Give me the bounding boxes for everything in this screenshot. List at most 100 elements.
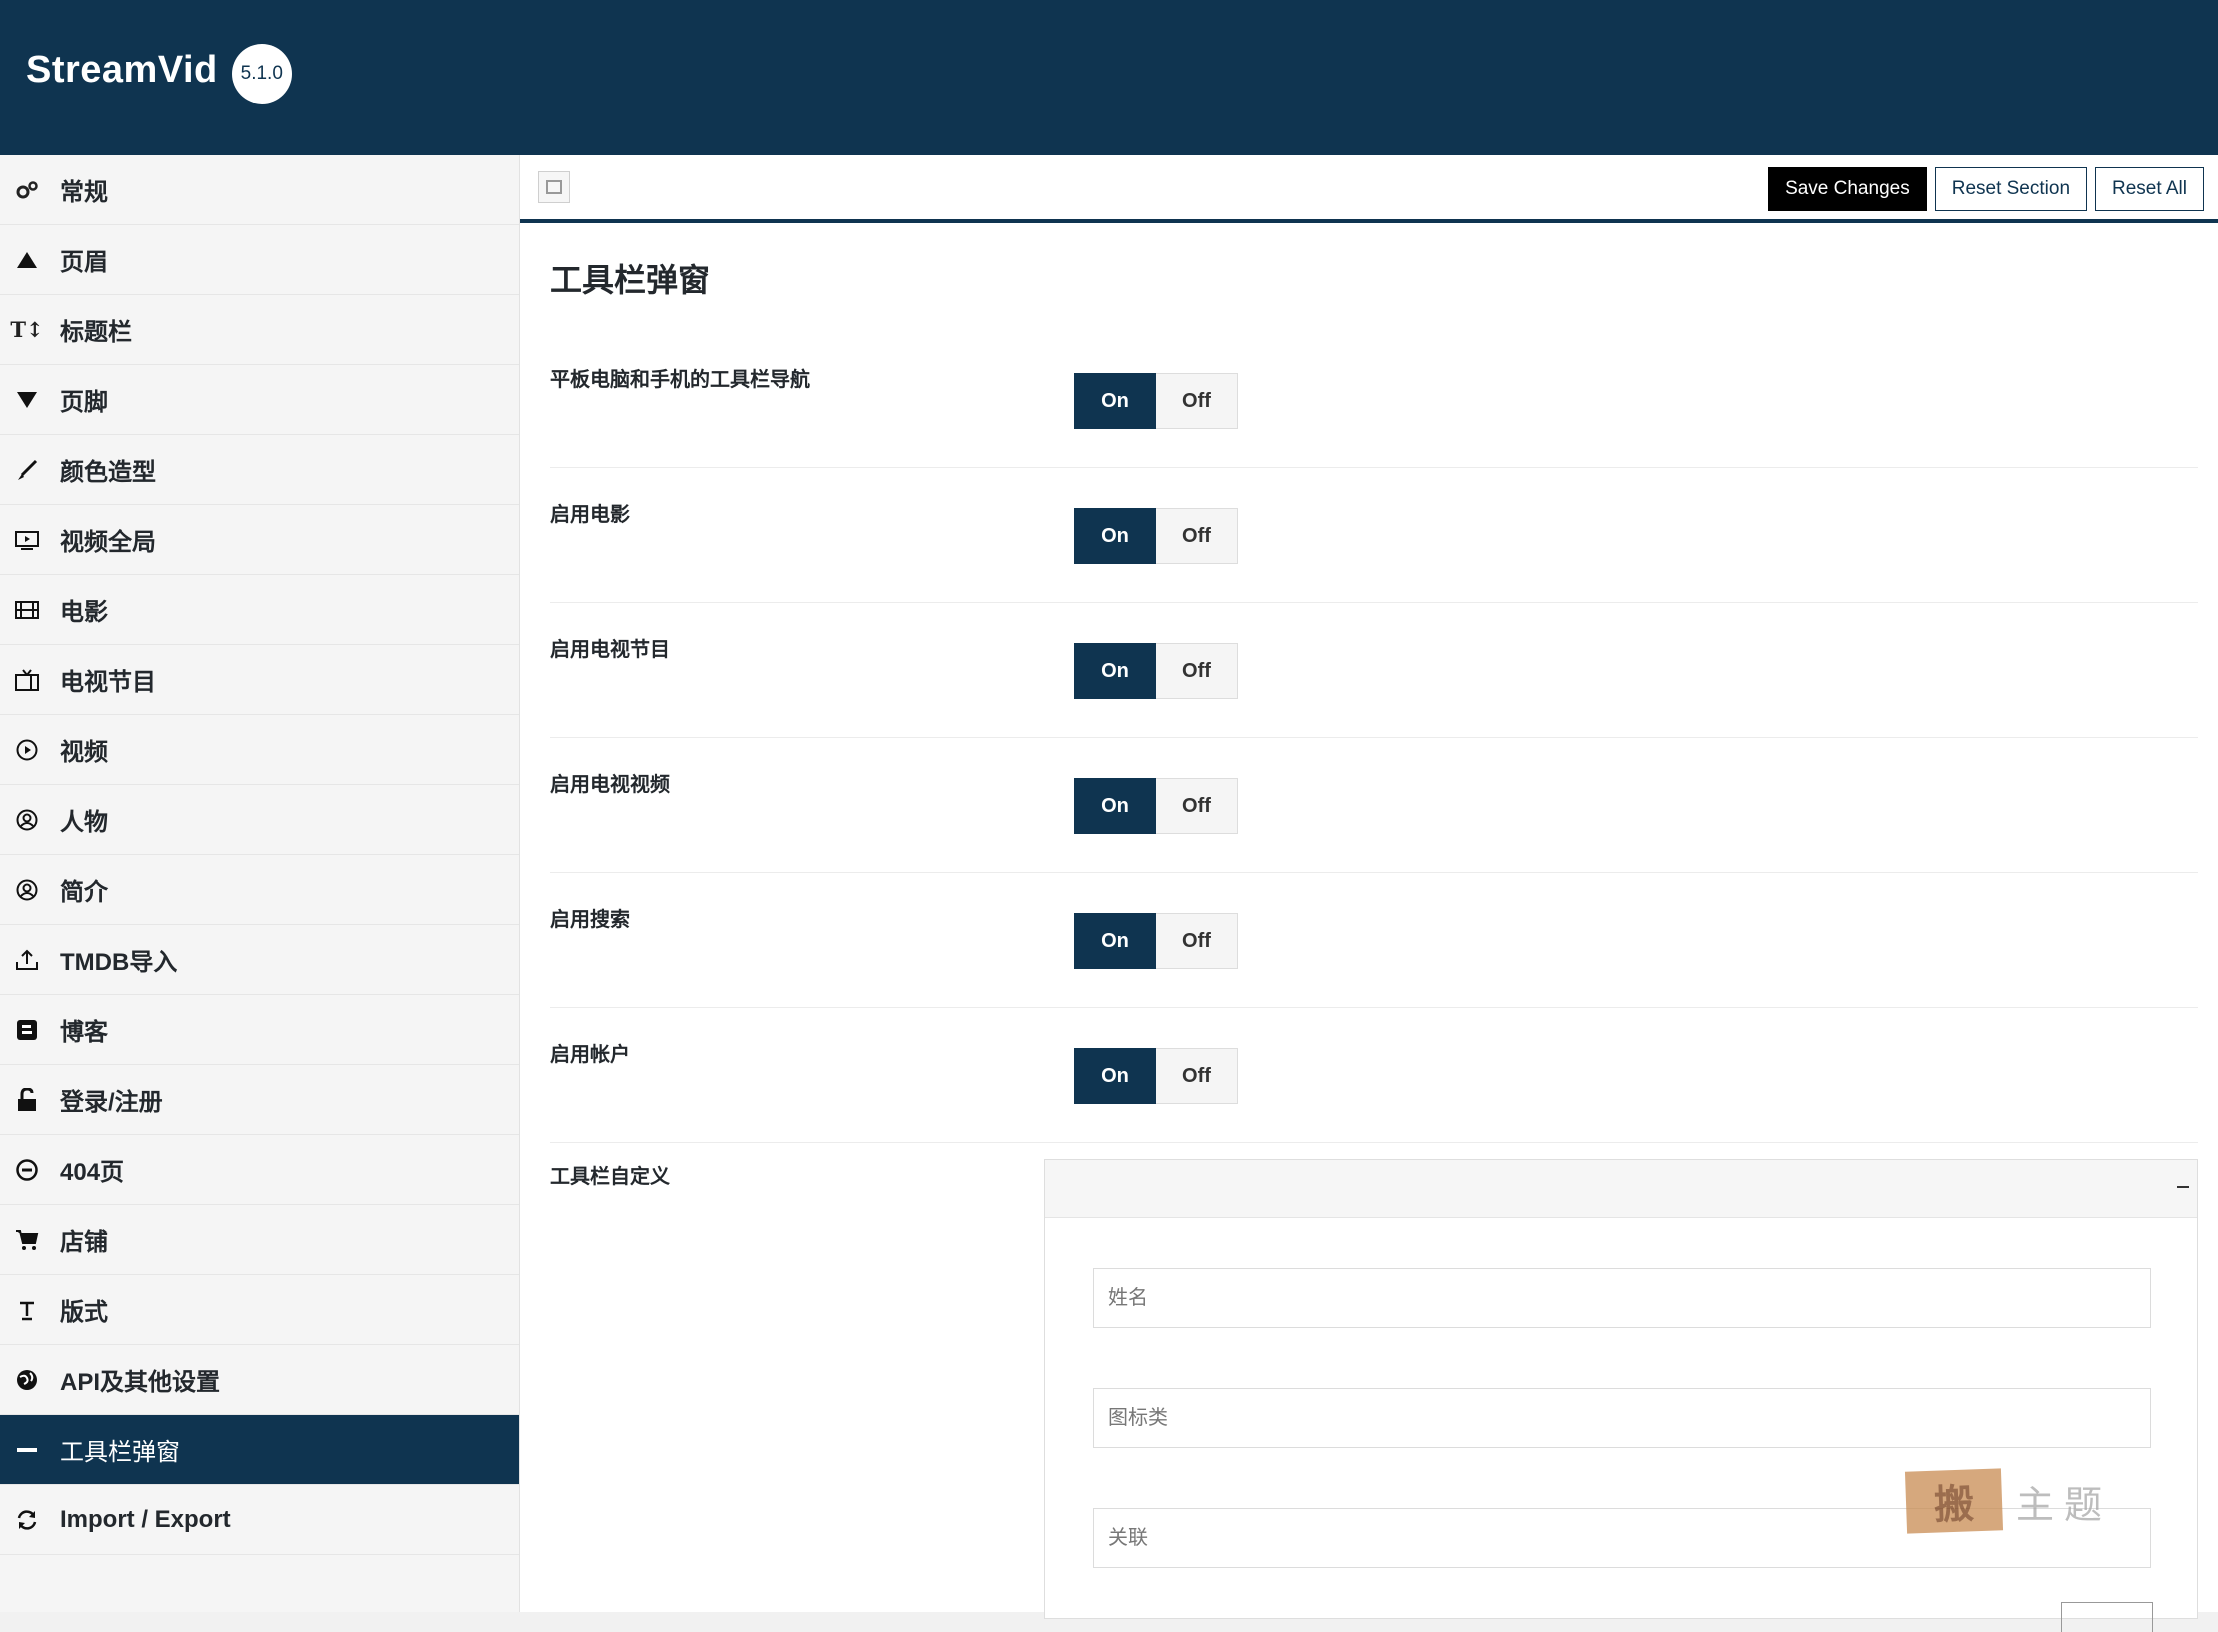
toggle-switch: On Off (1074, 778, 1238, 834)
switch-on-button[interactable]: On (1074, 373, 1156, 429)
sidebar-item-label: Import / Export (60, 1505, 231, 1533)
field-label: 启用电视视频 (550, 774, 670, 796)
name-input[interactable] (1093, 1268, 2151, 1328)
sidebar-item-label: 404页 (60, 1159, 125, 1186)
cart-icon (14, 1227, 40, 1253)
switch-off-button[interactable]: Off (1156, 508, 1238, 564)
tv-icon (14, 667, 40, 693)
sidebar-item-label: TMDB导入 (60, 949, 178, 976)
field-label: 启用电视节目 (550, 639, 670, 661)
sidebar-item-404[interactable]: 404页 (0, 1135, 519, 1205)
sidebar-item-label: 简介 (60, 879, 108, 906)
remove-item-button[interactable] (2061, 1602, 2153, 1632)
sidebar-item-header[interactable]: 页眉 (0, 225, 519, 295)
play-circle-icon (14, 737, 40, 763)
sidebar-item-api-settings[interactable]: API及其他设置 (0, 1345, 519, 1415)
field-label: 启用电影 (550, 504, 630, 526)
triangle-up-icon (14, 247, 40, 273)
sidebar-item-import-export[interactable]: Import / Export (0, 1485, 519, 1555)
switch-off-button[interactable]: Off (1156, 643, 1238, 699)
expand-icon (546, 180, 562, 194)
reset-all-button[interactable]: Reset All (2095, 167, 2204, 211)
switch-on-button[interactable]: On (1074, 913, 1156, 969)
sidebar-item-footer[interactable]: 页脚 (0, 365, 519, 435)
film-icon (14, 597, 40, 623)
options-toolbar: Save Changes Reset Section Reset All (520, 155, 2218, 223)
toggle-switch: On Off (1074, 373, 1238, 429)
field-label: 平板电脑和手机的工具栏导航 (550, 369, 810, 391)
toggle-switch: On Off (1074, 508, 1238, 564)
sidebar-item-title-bar[interactable]: T↕ 标题栏 (0, 295, 519, 365)
watermark-seal: 搬 (1904, 1468, 2004, 1534)
switch-off-button[interactable]: Off (1156, 913, 1238, 969)
sidebar-item-color-style[interactable]: 颜色造型 (0, 435, 519, 505)
switch-on-button[interactable]: On (1074, 1048, 1156, 1104)
repeater-panel-header[interactable] (1045, 1160, 2197, 1218)
field-enable-tv-shows: 启用电视节目 On Off (550, 603, 2198, 738)
user-circle-icon (14, 877, 40, 903)
sidebar-item-toolbar-popup[interactable]: 工具栏弹窗 (0, 1415, 519, 1485)
sidebar-item-label: 颜色造型 (60, 459, 156, 486)
app-name: StreamVid (26, 48, 218, 91)
sidebar-item-label: 常规 (60, 179, 108, 206)
sidebar-item-label: API及其他设置 (60, 1369, 221, 1396)
sidebar-item-videos[interactable]: 视频 (0, 715, 519, 785)
sidebar-item-login-register[interactable]: 登录/注册 (0, 1065, 519, 1135)
switch-off-button[interactable]: Off (1156, 1048, 1238, 1104)
switch-on-button[interactable]: On (1074, 508, 1156, 564)
sidebar-item-label: 标题栏 (60, 319, 132, 346)
sidebar-item-tv-shows[interactable]: 电视节目 (0, 645, 519, 715)
toggle-switch: On Off (1074, 913, 1238, 969)
version-badge: 5.1.0 (231, 44, 292, 104)
minus-circle-icon (14, 1157, 40, 1183)
section-title: 工具栏弹窗 (550, 262, 711, 298)
toolbar-custom-label: 工具栏自定义 (550, 1166, 670, 1188)
sidebar-item-label: 页脚 (60, 389, 108, 416)
triangle-down-icon (14, 387, 40, 413)
field-enable-account: 启用帐户 On Off (550, 1008, 2198, 1143)
refresh-icon (14, 1507, 40, 1533)
repeater-panel (1044, 1159, 2198, 1632)
sidebar-item-typography[interactable]: 版式 (0, 1275, 519, 1345)
sidebar-item-label: 版式 (60, 1299, 108, 1326)
sidebar-item-people[interactable]: 人物 (0, 785, 519, 855)
toggle-switch: On Off (1074, 1048, 1238, 1104)
user-circle-icon (14, 807, 40, 833)
sidebar-item-label: 电视节目 (60, 669, 156, 696)
field-label: 启用帐户 (550, 1044, 630, 1066)
top-header: StreamVid 5.1.0 (0, 0, 2218, 155)
icon-class-input[interactable] (1093, 1388, 2151, 1448)
main-content: Save Changes Reset Section Reset All 工具栏… (520, 155, 2218, 1632)
field-label: 启用搜索 (550, 909, 630, 931)
gears-icon (14, 177, 40, 203)
globe-icon (14, 1367, 40, 1393)
sidebar-item-video-global[interactable]: 视频全局 (0, 505, 519, 575)
sidebar-item-tmdb-import[interactable]: TMDB导入 (0, 925, 519, 995)
sidebar-item-label: 页眉 (60, 249, 108, 276)
field-enable-search: 启用搜索 On Off (550, 873, 2198, 1008)
sidebar-item-shop[interactable]: 店铺 (0, 1205, 519, 1275)
sidebar-item-profile[interactable]: 简介 (0, 855, 519, 925)
save-changes-button[interactable]: Save Changes (1768, 167, 1927, 211)
reset-section-button[interactable]: Reset Section (1934, 167, 2088, 211)
switch-off-button[interactable]: Off (1156, 373, 1238, 429)
expand-options-button[interactable] (538, 171, 570, 203)
video-play-icon (14, 527, 40, 553)
sidebar: 常规 页眉 T↕ 标题栏 页脚 颜色造型 视频全局 电影 电视节目 视频 人物 … (0, 155, 520, 1612)
sidebar-item-label: 视频 (60, 739, 108, 766)
field-enable-tv-videos: 启用电视视频 On Off (550, 738, 2198, 873)
switch-on-button[interactable]: On (1074, 778, 1156, 834)
brand: StreamVid 5.1.0 (26, 36, 292, 104)
switch-on-button[interactable]: On (1074, 643, 1156, 699)
sidebar-item-label: 视频全局 (60, 529, 156, 556)
text-height-icon: T↕ (10, 317, 44, 342)
sidebar-item-blog[interactable]: 博客 (0, 995, 519, 1065)
switch-off-button[interactable]: Off (1156, 778, 1238, 834)
sidebar-item-movies[interactable]: 电影 (0, 575, 519, 645)
collapse-icon[interactable] (2177, 1186, 2189, 1188)
text-icon (14, 1297, 40, 1323)
toolbar-actions: Save Changes Reset Section Reset All (1768, 167, 2204, 211)
sidebar-item-label: 登录/注册 (60, 1089, 163, 1116)
minus-icon (14, 1437, 40, 1463)
sidebar-item-general[interactable]: 常规 (0, 155, 519, 225)
